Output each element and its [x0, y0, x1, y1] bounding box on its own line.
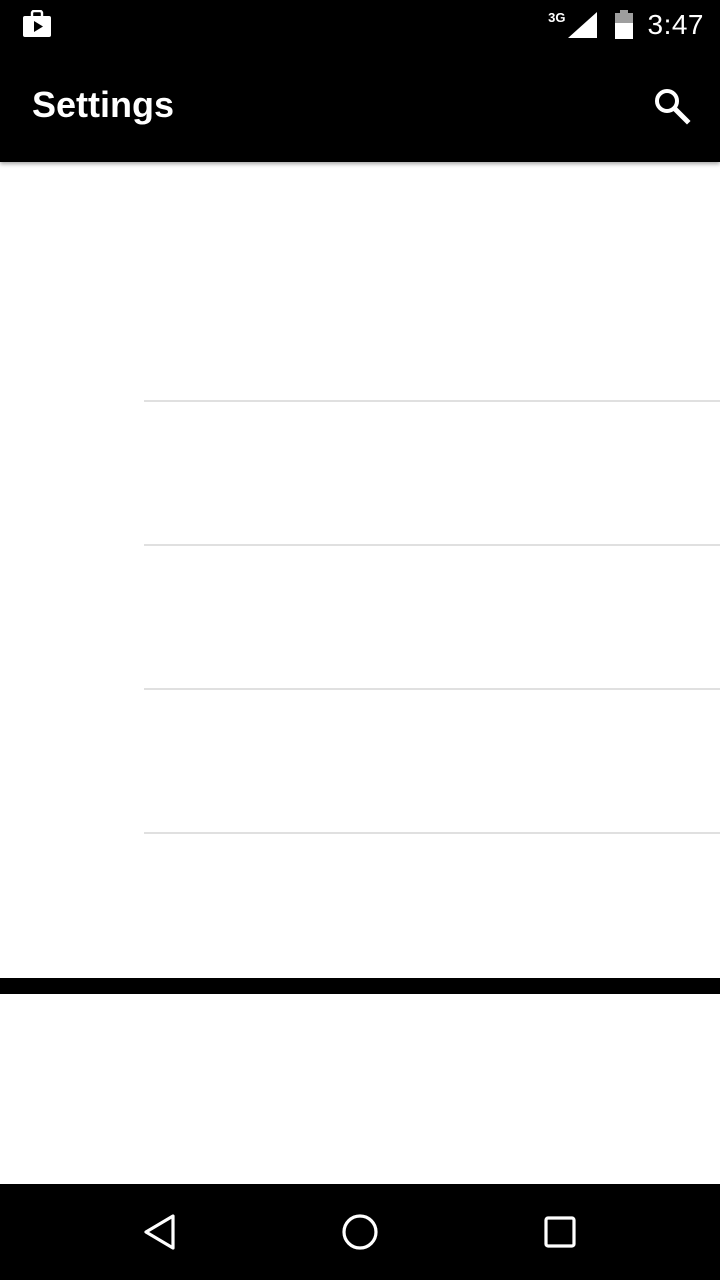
search-button[interactable]: [644, 78, 700, 134]
navigation-bar: [0, 1184, 720, 1280]
list-item[interactable]: [0, 402, 720, 544]
status-indicators: 3G 3:47: [548, 0, 704, 50]
status-clock: 3:47: [647, 9, 704, 40]
status-bar: 3G 3:47: [0, 0, 720, 50]
home-circle-icon: [342, 1214, 378, 1250]
settings-screen: 3G 3:47 Settings: [0, 0, 720, 1280]
settings-list: [0, 162, 720, 978]
home-button[interactable]: [336, 1208, 384, 1256]
list-item[interactable]: [0, 690, 720, 832]
section-separator: [0, 978, 720, 994]
list-item[interactable]: [0, 546, 720, 688]
battery-icon: [614, 10, 633, 39]
search-icon: [655, 89, 691, 125]
back-button[interactable]: [136, 1208, 184, 1256]
cell-signal-icon: [567, 12, 597, 38]
list-item[interactable]: [0, 162, 720, 400]
play-store-bag-icon: [22, 9, 52, 38]
recents-square-icon: [544, 1216, 576, 1248]
network-type-label: 3G: [548, 9, 566, 25]
page-title: Settings: [32, 84, 175, 125]
back-triangle-icon: [144, 1214, 175, 1250]
recents-button[interactable]: [536, 1208, 584, 1256]
lower-panel: [0, 994, 720, 1184]
list-item[interactable]: [0, 834, 720, 978]
app-bar: Settings: [0, 50, 720, 162]
